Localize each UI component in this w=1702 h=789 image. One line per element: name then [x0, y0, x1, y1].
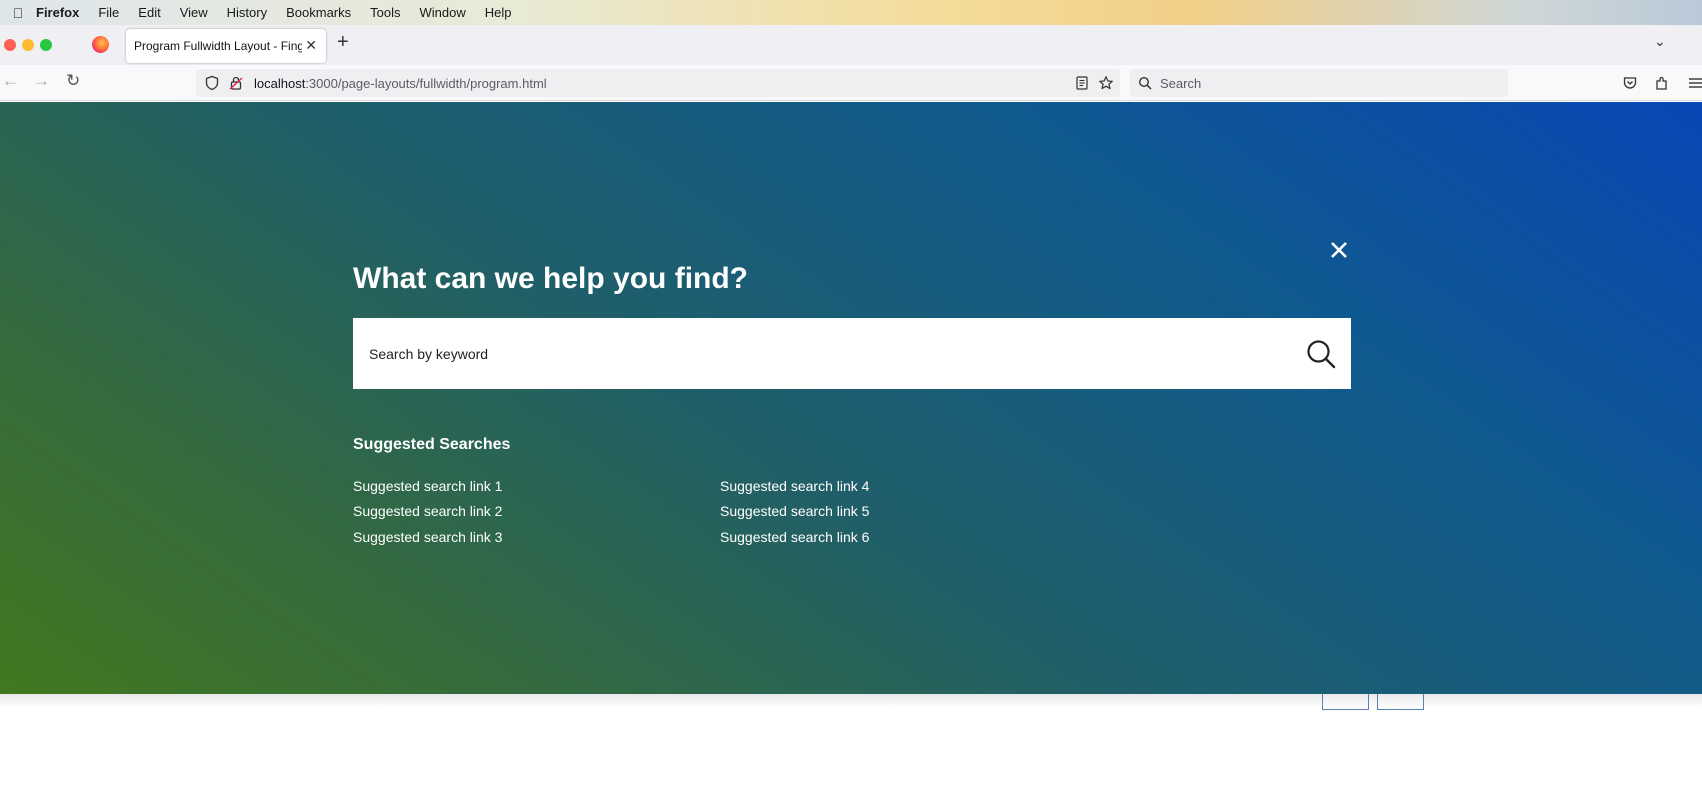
page-control-box-2[interactable] [1377, 694, 1424, 710]
apple-icon[interactable]:  [0, 5, 36, 21]
menu-window[interactable]: Window [420, 5, 466, 20]
tab-program-fullwidth[interactable]: Program Fullwidth Layout - Finger L ✕ [126, 29, 326, 63]
navigation-toolbar: ← → ↻ localhost:3000/page-layouts/fullwi… [0, 65, 1702, 101]
reader-view-icon[interactable] [1074, 75, 1090, 91]
suggested-search-link-5[interactable]: Suggested search link 5 [720, 503, 869, 519]
tab-strip: Program Fullwidth Layout - Finger L ✕ + … [0, 25, 1702, 65]
firefox-view-icon[interactable] [92, 36, 109, 53]
app-menu-icon[interactable] [1688, 75, 1702, 91]
menu-firefox[interactable]: Firefox [36, 5, 79, 20]
page-control-box-1[interactable] [1322, 694, 1369, 710]
menu-file[interactable]: File [98, 5, 119, 20]
search-icon [1138, 76, 1152, 90]
bookmark-star-icon[interactable] [1098, 75, 1114, 91]
menu-help[interactable]: Help [485, 5, 512, 20]
overlay-heading: What can we help you find? [353, 262, 749, 295]
macos-menu-bar:  Firefox File Edit View History Bookmar… [0, 0, 1702, 25]
url-path: :3000/page-layouts/fullwidth/program.htm… [305, 75, 547, 91]
pocket-icon[interactable] [1622, 75, 1638, 91]
insecure-lock-icon[interactable] [228, 75, 244, 91]
menu-bookmarks[interactable]: Bookmarks [286, 5, 351, 20]
menu-tools[interactable]: Tools [370, 5, 400, 20]
keyword-search-input[interactable] [353, 318, 1253, 389]
overlay-shadow [0, 694, 1702, 708]
url-bar[interactable]: localhost:3000/page-layouts/fullwidth/pr… [196, 69, 1120, 97]
close-tab-icon[interactable]: ✕ [305, 37, 317, 54]
zoom-window-button[interactable] [40, 39, 52, 51]
menu-edit[interactable]: Edit [138, 5, 160, 20]
search-submit-icon[interactable] [1305, 338, 1337, 370]
menu-history[interactable]: History [227, 5, 267, 20]
close-window-button[interactable] [4, 39, 16, 51]
browser-search-field[interactable]: Search [1130, 69, 1508, 97]
extensions-icon[interactable] [1654, 75, 1670, 91]
suggested-search-link-2[interactable]: Suggested search link 2 [353, 503, 502, 519]
url-host: localhost [254, 75, 306, 91]
suggested-search-link-4[interactable]: Suggested search link 4 [720, 478, 869, 494]
tab-title: Program Fullwidth Layout - Finger L [134, 39, 302, 53]
suggested-search-link-6[interactable]: Suggested search link 6 [720, 529, 869, 545]
forward-arrow-icon[interactable]: → [33, 71, 50, 91]
shield-icon[interactable] [204, 75, 220, 91]
reload-icon[interactable]: ↻ [66, 71, 80, 91]
search-overlay: What can we help you find? Suggested Sea… [0, 102, 1702, 694]
suggested-searches-title: Suggested Searches [353, 436, 511, 453]
keyword-search-box [353, 318, 1351, 389]
list-tabs-chevron-icon[interactable]: ⌄ [1654, 33, 1666, 50]
new-tab-icon[interactable]: + [337, 31, 349, 54]
back-arrow-icon[interactable]: ← [2, 71, 19, 91]
browser-search-placeholder: Search [1160, 75, 1202, 91]
suggested-search-link-1[interactable]: Suggested search link 1 [353, 478, 502, 494]
minimize-window-button[interactable] [22, 39, 34, 51]
page-content-below [0, 694, 1702, 789]
suggested-search-link-3[interactable]: Suggested search link 3 [353, 529, 502, 545]
menu-view[interactable]: View [180, 5, 208, 20]
close-overlay-icon[interactable] [1325, 236, 1353, 264]
